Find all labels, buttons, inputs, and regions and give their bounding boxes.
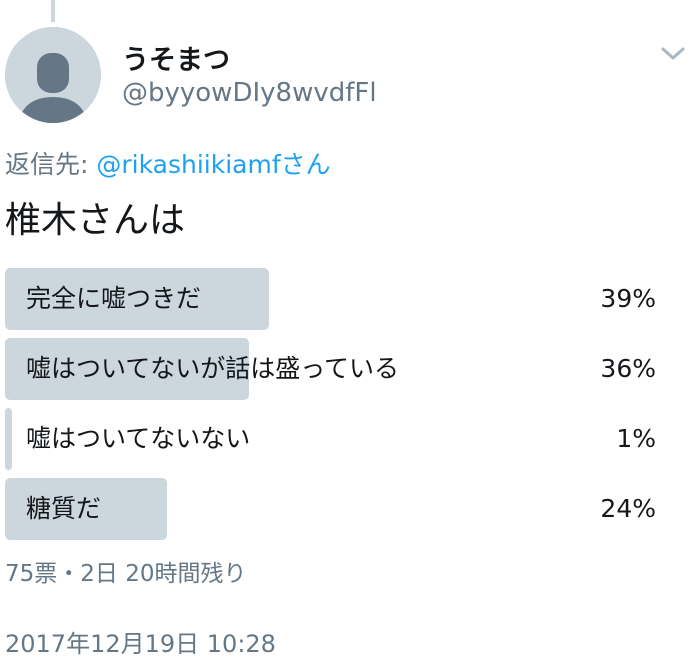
poll-option-label: 嘘はついてないない <box>26 424 251 453</box>
poll-vote-count-and-time-left: 75票・2日 20時間残り <box>5 561 247 587</box>
poll-option-label: 糖質だ <box>26 494 102 523</box>
reply-to-mention-link[interactable]: @rikashiikiamfさん <box>96 150 330 179</box>
reply-to-prefix: 返信先: <box>5 150 97 179</box>
default-profile-silhouette-icon <box>5 27 101 123</box>
poll-option: 嘘はついてないが話は盛っている 36% <box>5 338 665 400</box>
avatar[interactable] <box>5 27 101 123</box>
poll-option: 嘘はついてないない 1% <box>5 408 665 470</box>
poll-option-percent: 39% <box>600 284 656 313</box>
tweet-timestamp[interactable]: 2017年12月19日 10:28 <box>5 624 276 659</box>
user-handle[interactable]: @byyowDIy8wvdfFl <box>122 78 377 108</box>
display-name[interactable]: うそまつ <box>122 38 230 77</box>
poll-option: 完全に嘘つきだ 39% <box>5 268 665 330</box>
reply-to-line: 返信先: @rikashiikiamfさん <box>5 145 331 181</box>
tweet-text: 椎木さんは <box>5 200 186 241</box>
poll-option: 糖質だ 24% <box>5 478 665 540</box>
chevron-down-icon[interactable] <box>658 42 688 64</box>
poll-option-bar <box>5 408 12 470</box>
poll-option-percent: 36% <box>600 354 656 383</box>
poll-option-label: 嘘はついてないが話は盛っている <box>26 354 400 383</box>
poll-option-percent: 1% <box>616 424 656 453</box>
poll-option-label: 完全に嘘つきだ <box>26 284 202 313</box>
poll-option-percent: 24% <box>600 494 656 523</box>
reply-thread-line <box>51 0 55 22</box>
